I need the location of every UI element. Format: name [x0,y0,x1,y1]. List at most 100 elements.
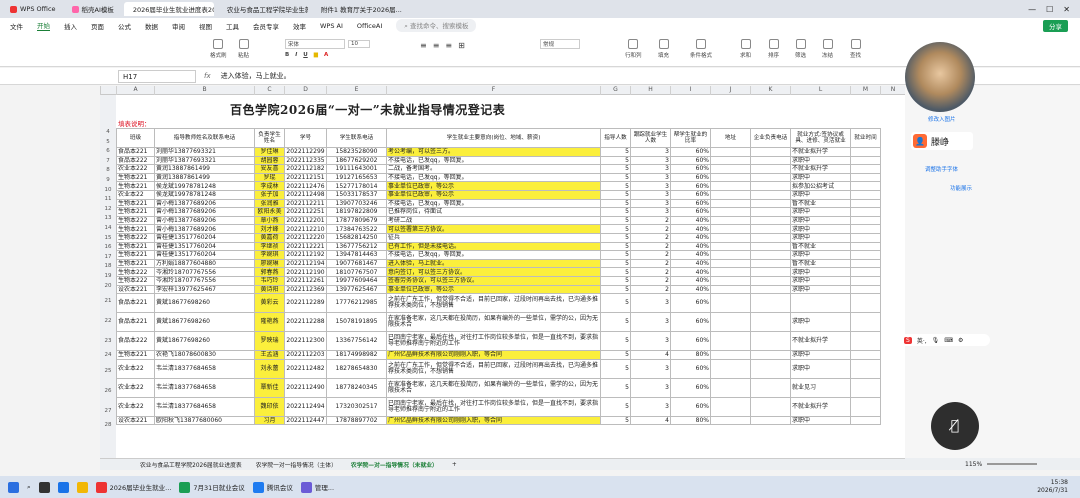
cell-a[interactable]: 5 [600,224,631,234]
row-number[interactable]: 26 [100,388,116,394]
cell-empty[interactable] [710,207,751,217]
freeze-button[interactable]: 冻结 [822,39,833,59]
cell-stu[interactable]: 覃小燕 [254,215,285,226]
header-cell[interactable]: 跟踪就业学生人数 [630,128,671,148]
cell-pct[interactable]: 40% [670,241,711,252]
cell-teacher[interactable]: 曾小梅13877689206 [154,224,255,234]
cell-empty[interactable] [710,189,751,200]
cell-empty[interactable] [710,198,751,209]
cell-teacher[interactable]: 黄斌18677698260 [154,293,255,314]
cell-empty[interactable] [750,241,791,252]
cell-empty[interactable] [750,267,791,277]
menu-file[interactable]: 文件 [10,21,23,31]
cell-tel[interactable]: 15033178537 [326,189,387,200]
cell-tel[interactable]: 13677756212 [326,241,387,252]
table-row[interactable]: 生物本221 侯龙斌19978781248 李成林 2022112476 1527717… [116,181,881,191]
cell-teacher[interactable]: 岑湘玲18707767556 [154,267,255,277]
cell-id[interactable]: 2022112476 [284,181,327,191]
cell-cls[interactable]: 农业本222 [116,164,155,174]
cell-intent[interactable]: 征兵 [386,232,601,243]
taskbar-app[interactable] [38,481,50,493]
cell-b[interactable]: 2 [630,224,671,234]
cell-cls[interactable]: 生物本222 [116,215,155,226]
side-link[interactable]: 修改入图片 [928,115,956,123]
cell-empty[interactable] [750,350,791,360]
cell-empty[interactable] [750,224,791,234]
cell-cls[interactable]: 生物本221 [116,250,155,260]
cell-teacher[interactable]: 韦兰清18377684658 [154,358,255,379]
header-cell[interactable]: 班级 [116,128,155,148]
cell-tel[interactable]: 13977625467 [326,284,387,295]
cell-intent[interactable]: 事业单位已政审，等公示 [386,181,601,191]
cell-intent[interactable]: 已有工作，但是未接电话。 [386,241,601,252]
cell-empty[interactable] [850,415,881,426]
cell-mode[interactable]: 求职中 [790,189,851,200]
cell-intent[interactable]: 在家准备老家，这几天都在投简历，如果有编外的一些单位，需学的公，因为无限技术合 [386,377,601,398]
menu-office-ai[interactable]: OfficeAI [357,22,382,30]
header-cell[interactable]: 负责学生姓名 [254,128,285,148]
cell-teacher[interactable]: 刘丽华13877693321 [154,155,255,166]
align-right-icon[interactable]: ≡ [445,41,452,50]
side-link[interactable]: 调整助手字体 [925,165,958,173]
cell-mode[interactable]: 求职中 [790,224,851,234]
cell-empty[interactable] [750,284,791,295]
cell-empty[interactable] [710,275,751,286]
table-row[interactable]: 食品本221 黄斌18677698260 隆艳燕 2022112288 15078191… [116,312,881,333]
cell-empty[interactable] [850,250,881,260]
cell-cls[interactable]: 生物本222 [116,232,155,243]
cell-stu[interactable]: 李成林 [254,181,285,191]
cell-empty[interactable] [850,198,881,209]
cell-stu[interactable]: 张子加 [254,189,285,200]
sheet-tab[interactable]: 农学院一对一指导情况（主体） [256,460,337,469]
cell-id[interactable]: 2022112288 [284,312,327,333]
header-cell[interactable]: 帮学生就业的比率 [670,128,711,148]
cell-tel[interactable]: 19977609464 [326,275,387,286]
cell-tel[interactable]: 15682814250 [326,232,387,243]
cell-empty[interactable] [710,293,751,314]
cell-stu[interactable]: 魏印依 [254,396,285,417]
cell-pct[interactable]: 60% [670,377,711,398]
cell-mode[interactable]: 求职中 [790,155,851,166]
taskbar-manager[interactable]: 管理... [300,481,334,493]
cell-cls[interactable]: 生物本222 [116,275,155,286]
cell-stu[interactable]: 刘永蕾 [254,358,285,379]
taskbar-wps[interactable]: 2026届毕业生就业... [95,481,171,493]
tab-spreadsheet-1[interactable]: 2026届毕业生就业进度表2026-7-20 [123,2,214,16]
cell-cls[interactable]: 生物本222 [116,267,155,277]
cell-empty[interactable] [850,207,881,217]
table-row[interactable]: 生物本221 曾小梅13877689206 刘才峰 2022112210 1738476… [116,224,881,234]
cell-empty[interactable] [850,215,881,226]
cell-cls[interactable]: 农业本22 [116,358,155,379]
cell-teacher[interactable]: 黄斌18677698260 [154,331,255,352]
cell-stu[interactable]: 覃新佳 [254,377,285,398]
cell-intent[interactable]: 不接电话，已发qq，等回复。 [386,155,601,166]
table-row[interactable]: 生物本222 曾小梅13877689206 覃小燕 2022112201 1787780… [116,215,881,226]
cell-intent[interactable]: 意向签订，可以签三方协议。 [386,267,601,277]
cell-intent[interactable]: 不接电话，已发qq，等回复。 [386,172,601,183]
cell-tel[interactable]: 19127165653 [326,172,387,183]
taskbar-search[interactable]: ⌕ [27,483,31,492]
cell-teacher[interactable]: 黄润13887861499 [154,172,255,183]
cell-id[interactable]: 2022112151 [284,172,327,183]
cell-empty[interactable] [850,164,881,174]
table-row[interactable]: 食品本222 黄斌18677698260 罗映瑞 2022112300 13367756… [116,331,881,352]
cell-teacher[interactable]: 韦兰清18377684658 [154,396,255,417]
cell-a[interactable]: 5 [600,377,631,398]
cell-id[interactable]: 2022112494 [284,396,327,417]
cell-mode[interactable]: 暂不就业 [790,258,851,269]
cell-b[interactable]: 3 [630,198,671,209]
cell-empty[interactable] [710,312,751,333]
cell-cls[interactable]: 生物本221 [116,172,155,183]
cell-stu[interactable]: 黄彩云 [254,293,285,314]
cell-tel[interactable]: 15823528090 [326,147,387,157]
side-link[interactable]: 功能展示 [950,184,972,192]
cell-empty[interactable] [710,224,751,234]
cell-tel[interactable]: 13947814463 [326,250,387,260]
cell-b[interactable]: 3 [630,164,671,174]
floating-input-toolbar[interactable]: S 英·, 🎙 ⌨ ⚙ [900,334,990,346]
column-letter[interactable]: K [751,86,791,95]
cell-mode[interactable]: 求职中 [790,275,851,286]
column-letter[interactable]: M [851,86,881,95]
cell-stu[interactable]: 隆艳燕 [254,312,285,333]
table-row[interactable]: 设农本221 李宏梓13977625467 黄诗阳 2022112369 1397762… [116,284,881,295]
